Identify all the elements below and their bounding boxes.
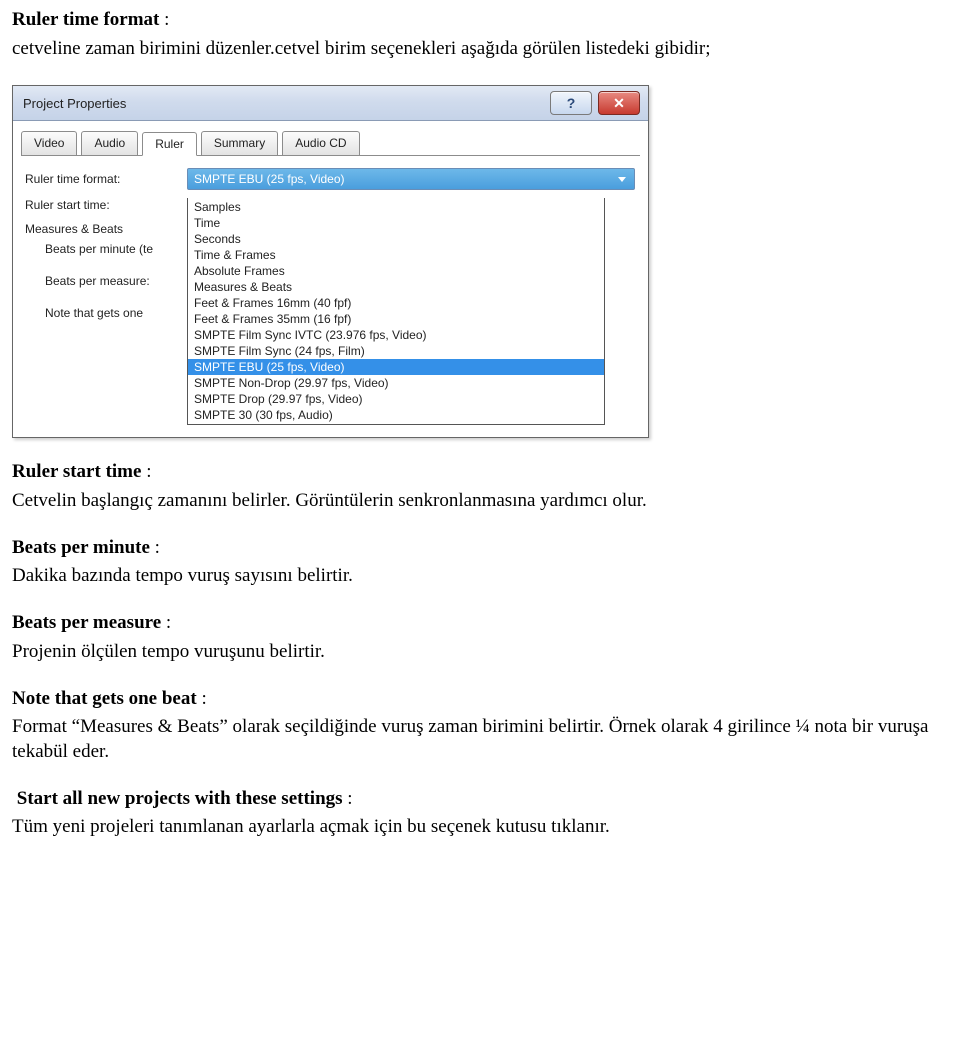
doc-para-4-text: Projenin ölçülen tempo vuruşunu belirtir… [12,640,948,665]
tab-video[interactable]: Video [21,131,77,155]
tab-audiocd[interactable]: Audio CD [282,131,359,155]
close-icon: ✕ [613,95,625,112]
help-icon: ? [567,95,576,111]
label-note-one-beat-doc: Note that gets one beat [12,688,197,709]
combo-selected-value: SMPTE EBU (25 fps, Video) [194,172,345,186]
option-samples[interactable]: Samples [188,199,604,215]
label-bpm: Beats per minute (te [25,242,187,256]
ruler-time-format-combo[interactable]: SMPTE EBU (25 fps, Video) [187,168,635,190]
dialog-screenshot: Project Properties ? ✕ Video Audio Ruler… [12,85,948,438]
doc-para-6: Start all new projects with these settin… [12,787,948,812]
option-smpte-ebu[interactable]: SMPTE EBU (25 fps, Video) [188,359,604,375]
option-smpte-nondrop[interactable]: SMPTE Non-Drop (29.97 fps, Video) [188,375,604,391]
option-ff-35mm[interactable]: Feet & Frames 35mm (16 fpf) [188,311,604,327]
label-bpm-doc: Beats per minute [12,537,150,558]
doc-para-2-text: Cetvelin başlangıç zamanını belirler. Gö… [12,489,948,514]
option-absolute-frames[interactable]: Absolute Frames [188,263,604,279]
option-ff-16mm[interactable]: Feet & Frames 16mm (40 fpf) [188,295,604,311]
doc-para-2: Ruler start time : [12,460,948,485]
label-ruler-start-time-doc: Ruler start time [12,461,141,482]
label-ruler-time-format: Ruler time format [12,9,159,30]
doc-para-3-text: Dakika bazında tempo vuruş sayısını beli… [12,564,948,589]
option-smpte-24[interactable]: SMPTE Film Sync (24 fps, Film) [188,343,604,359]
label-bpmeasure-doc: Beats per measure [12,612,161,633]
doc-para-6-text: Tüm yeni projeleri tanımlanan ayarlarla … [12,815,948,840]
tab-ruler[interactable]: Ruler [142,132,197,156]
option-time[interactable]: Time [188,215,604,231]
option-seconds[interactable]: Seconds [188,231,604,247]
dialog-title: Project Properties [23,96,126,111]
label-measures-beats: Measures & Beats [25,222,187,236]
label-bpmeasure: Beats per measure: [25,274,187,288]
form-area: Ruler time format: SMPTE EBU (25 fps, Vi… [13,156,648,433]
tab-audio[interactable]: Audio [81,131,138,155]
doc-para-1: Ruler time format : [12,8,948,33]
label-ruler-time-format-field: Ruler time format: [25,172,187,186]
doc-para-5: Note that gets one beat : [12,687,948,712]
chevron-down-icon [614,171,630,187]
label-start-all-new-projects: Start all new projects with these settin… [17,788,343,809]
doc-para-4: Beats per measure : [12,611,948,636]
option-smpte-drop[interactable]: SMPTE Drop (29.97 fps, Video) [188,391,604,407]
option-smpte-30[interactable]: SMPTE 30 (30 fps, Audio) [188,407,604,423]
doc-para-1-text: cetveline zaman birimini düzenler.cetvel… [12,37,948,62]
titlebar-buttons: ? ✕ [550,91,640,115]
option-measures-beats[interactable]: Measures & Beats [188,279,604,295]
label-note-one-beat: Note that gets one [25,306,187,320]
close-button[interactable]: ✕ [598,91,640,115]
help-button[interactable]: ? [550,91,592,115]
dialog-titlebar: Project Properties ? ✕ [13,86,648,121]
label-ruler-start-time: Ruler start time: [25,198,187,212]
ruler-time-format-dropdown[interactable]: Samples Time Seconds Time & Frames Absol… [187,198,605,425]
option-time-frames[interactable]: Time & Frames [188,247,604,263]
option-smpte-ivtc[interactable]: SMPTE Film Sync IVTC (23.976 fps, Video) [188,327,604,343]
doc-para-5-text: Format “Measures & Beats” olarak seçildi… [12,715,948,764]
doc-para-3: Beats per minute : [12,536,948,561]
tab-summary[interactable]: Summary [201,131,278,155]
project-properties-dialog: Project Properties ? ✕ Video Audio Ruler… [12,85,649,438]
tab-row: Video Audio Ruler Summary Audio CD [13,131,648,155]
